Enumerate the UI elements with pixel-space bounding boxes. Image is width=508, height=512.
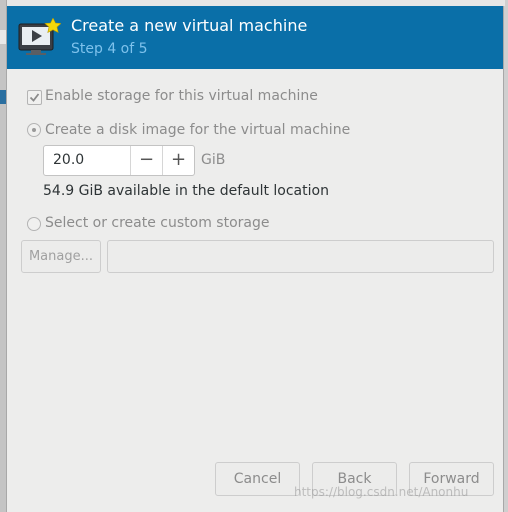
custom-storage-label: Select or create custom storage [45,215,270,231]
decrement-button[interactable]: − [130,146,162,175]
cancel-button[interactable]: Cancel [215,462,300,496]
dialog-header: Create a new virtual machine Step 4 of 5 [7,6,503,69]
custom-storage-path-input[interactable] [107,240,494,273]
enable-storage-label: Enable storage for this virtual machine [45,88,318,104]
checkmark-icon [29,93,40,102]
disk-size-spinner: 20.0 − + [43,145,195,176]
enable-storage-checkbox[interactable] [27,90,42,105]
new-vm-dialog: Create a new virtual machine Step 4 of 5… [6,0,505,512]
create-disk-label: Create a disk image for the virtual mach… [45,122,351,138]
available-space-text: 54.9 GiB available in the default locati… [43,183,329,199]
virtual-machine-icon [17,17,62,58]
custom-storage-radio[interactable] [27,217,41,231]
increment-button[interactable]: + [162,146,194,175]
manage-button[interactable]: Manage... [21,240,101,273]
step-indicator: Step 4 of 5 [71,41,148,57]
disk-size-input[interactable]: 20.0 [53,152,84,168]
create-disk-radio[interactable] [27,123,41,137]
dialog-content: Enable storage for this virtual machine … [7,69,503,512]
watermark-text: https://blog.csdn.net/Anonhu [294,485,469,499]
size-unit-label: GiB [201,152,226,168]
dialog-title: Create a new virtual machine [71,16,308,35]
radio-selected-dot [32,128,36,132]
